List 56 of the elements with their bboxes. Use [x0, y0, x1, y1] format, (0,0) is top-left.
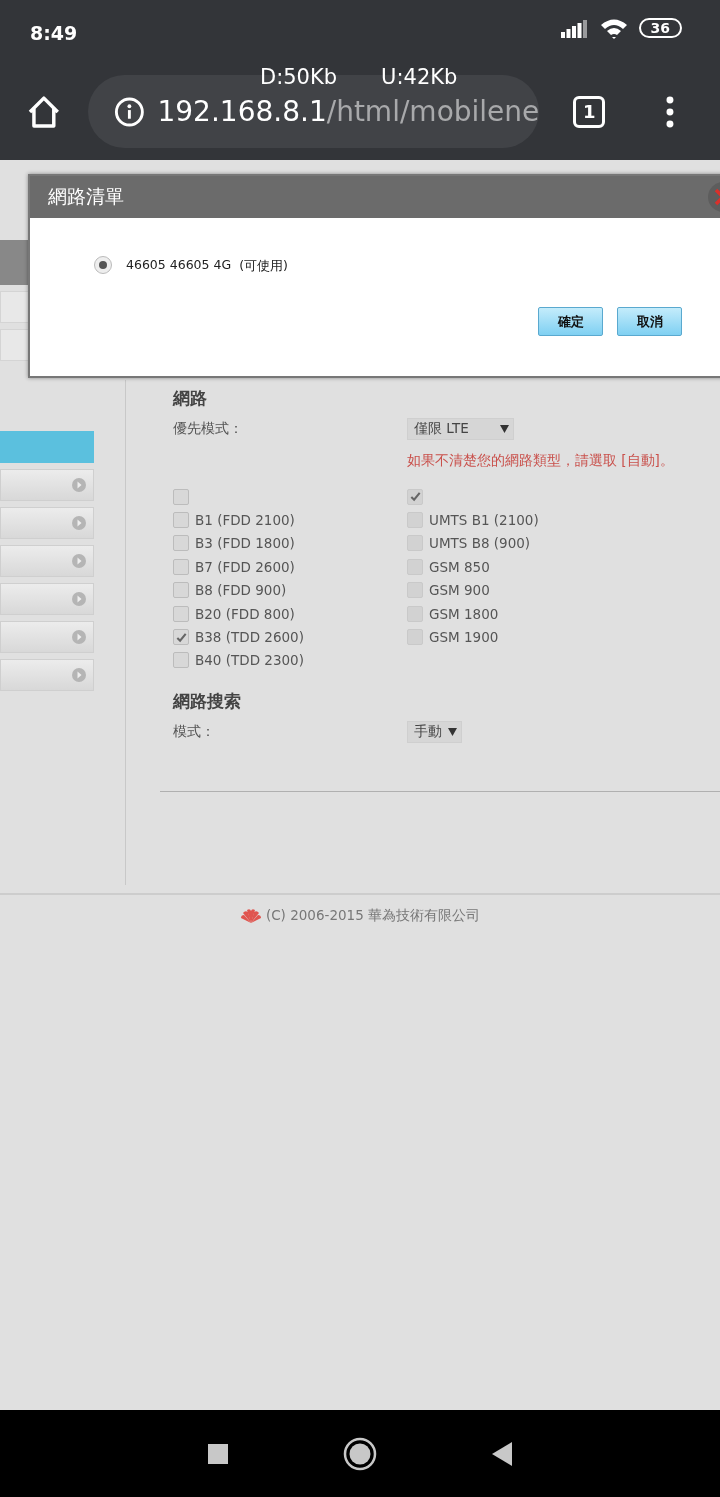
section-title: 網路搜索 — [173, 690, 242, 714]
home-icon[interactable] — [26, 94, 62, 129]
network-name: 46605 46605 4G — [126, 257, 232, 272]
band-label: B40 (TDD 2300) — [195, 652, 304, 669]
sidebar-item[interactable] — [0, 545, 94, 577]
sidebar-item[interactable] — [0, 469, 94, 501]
checkbox[interactable] — [173, 652, 189, 669]
sidebar-item[interactable] — [0, 507, 94, 539]
checkbox[interactable] — [173, 605, 189, 622]
radio-button[interactable] — [94, 255, 112, 274]
field-label: 優先模式： — [173, 420, 244, 438]
band-label: GSM 900 — [429, 582, 490, 599]
recents-icon[interactable] — [208, 1443, 228, 1464]
sidebar-item[interactable] — [0, 431, 94, 463]
menu-icon[interactable] — [665, 95, 675, 128]
band-label: B38 (TDD 2600) — [195, 629, 304, 646]
checkbox[interactable] — [173, 558, 189, 575]
sidebar-item[interactable] — [0, 659, 94, 691]
url-text: 192.168.8.1/html/mobilene — [157, 95, 540, 128]
signal-icon — [560, 17, 589, 38]
field-label: 模式： — [173, 723, 216, 742]
dialog-title: 網路清單 — [48, 184, 124, 209]
band-label: GSM 850 — [429, 558, 490, 575]
mode-dropdown[interactable]: 僅限 LTE — [407, 418, 514, 440]
band-label: B1 (FDD 2100) — [195, 512, 295, 529]
band-label: GSM 1800 — [429, 605, 499, 622]
sidebar-item[interactable] — [0, 583, 94, 615]
flower-logo-icon — [239, 909, 262, 923]
home-icon[interactable] — [343, 1436, 377, 1471]
band-label: GSM 1900 — [429, 629, 499, 646]
checkbox[interactable] — [173, 582, 189, 599]
band-label: B3 (FDD 1800) — [195, 535, 295, 552]
dialog-button[interactable]: 確定 — [538, 307, 603, 336]
section-title: 網路 — [173, 387, 208, 410]
clock-time: 8:49 — [30, 21, 78, 44]
band-label: UMTS B8 (900) — [429, 535, 531, 552]
mode-dropdown[interactable]: 手動 — [407, 721, 462, 744]
info-icon[interactable] — [113, 95, 145, 128]
dialog-button[interactable]: 取消 — [617, 307, 682, 336]
band-label: B8 (FDD 900) — [195, 582, 287, 599]
caret-icon — [500, 425, 509, 433]
band-label: B20 (FDD 800) — [195, 605, 295, 622]
hint-text: 如果不清楚您的網路類型，請選取 [自動]。 — [407, 452, 675, 470]
sidebar-item[interactable] — [0, 621, 94, 653]
checkbox[interactable] — [173, 535, 189, 552]
checkbox[interactable] — [173, 629, 189, 646]
back-icon[interactable] — [492, 1441, 512, 1466]
caret-icon — [448, 728, 457, 737]
battery-level: 36 — [638, 17, 682, 38]
band-label: B7 (FDD 2600) — [195, 558, 295, 575]
checkbox[interactable] — [173, 512, 189, 529]
band-label: UMTS B1 (2100) — [429, 512, 539, 529]
network-status: (可使用) — [239, 258, 288, 275]
checkbox[interactable] — [173, 488, 189, 505]
copyright-text: (C) 2006-2015 華為技術有限公司 — [265, 907, 481, 925]
tab-count[interactable]: 1 — [573, 95, 606, 128]
